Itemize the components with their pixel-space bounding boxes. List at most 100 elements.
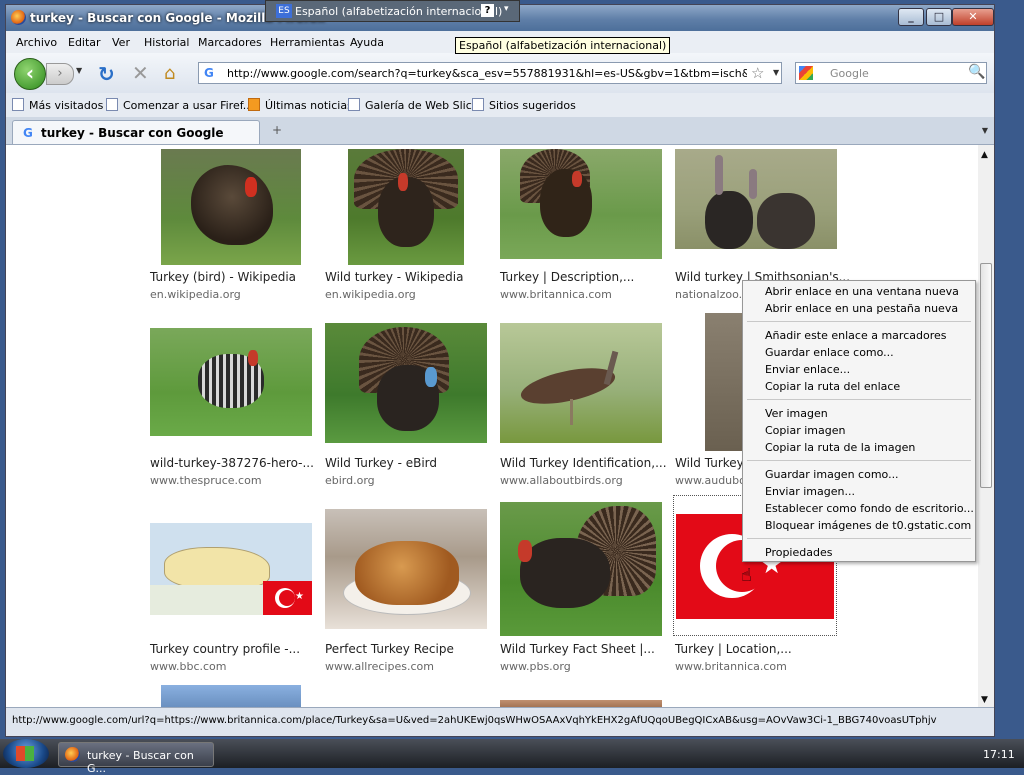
result-source: www.bbc.com — [150, 660, 227, 673]
result-image-partial[interactable] — [500, 700, 662, 707]
page-icon — [472, 98, 484, 111]
tab-list-button[interactable]: ▼ — [978, 122, 992, 140]
ctx-view-image[interactable]: Ver imagen — [765, 407, 828, 420]
hand-cursor-icon: ☝ — [741, 565, 752, 586]
bookmark-item[interactable]: Sitios sugeridos — [472, 98, 576, 112]
search-placeholder[interactable]: Google — [830, 67, 869, 80]
result-source: www.audubo — [675, 474, 746, 487]
menu-archivo[interactable]: Archivo — [16, 36, 57, 49]
menu-marcadores[interactable]: Marcadores — [198, 36, 262, 49]
google-favicon-icon: G — [23, 126, 33, 140]
new-tab-button[interactable]: + — [264, 123, 290, 141]
language-bar[interactable]: ES Español (alfabetización internacional… — [265, 0, 520, 22]
bookmark-item[interactable]: Más visitados — [12, 98, 103, 112]
turkey-image[interactable] — [500, 149, 662, 259]
ctx-open-new-window[interactable]: Abrir enlace en una ventana nueva — [765, 285, 959, 298]
menu-historial[interactable]: Historial — [144, 36, 189, 49]
ctx-save-image[interactable]: Guardar imagen como... — [765, 468, 899, 481]
result-source: www.thespruce.com — [150, 474, 262, 487]
taskbar: turkey - Buscar con G... 17:11 — [0, 739, 1024, 775]
status-bar: http://www.google.com/url?q=https://www.… — [6, 707, 994, 736]
menu-ayuda[interactable]: Ayuda — [350, 36, 384, 49]
address-bar[interactable]: G http://www.google.com/search?q=turkey&… — [198, 62, 782, 84]
result-title[interactable]: Wild Turkey - eBird — [325, 456, 437, 470]
stop-icon[interactable]: ✕ — [132, 61, 149, 85]
result-title[interactable]: Wild Turkey Fact Sheet |... — [500, 642, 655, 656]
menu-herramientas[interactable]: Herramientas — [270, 36, 345, 49]
tab-active[interactable]: G turkey - Buscar con Google — [12, 120, 260, 144]
maximize-button[interactable]: □ — [926, 8, 952, 26]
result-source: en.wikipedia.org — [150, 288, 241, 301]
back-button[interactable]: ‹ — [14, 58, 46, 90]
search-box[interactable]: Google 🔍 — [795, 62, 987, 84]
home-icon[interactable]: ⌂ — [164, 63, 175, 84]
search-engine-icon[interactable] — [799, 66, 813, 80]
bookmark-label: Comenzar a usar Firef... — [123, 99, 254, 112]
turkey-image[interactable] — [325, 323, 487, 443]
result-title[interactable]: Turkey | Description,... — [500, 270, 634, 284]
bookmark-item[interactable]: Galería de Web Slice — [348, 98, 479, 112]
bookmark-item[interactable]: Últimas noticias — [248, 98, 353, 112]
result-title[interactable]: wild-turkey-387276-hero-... — [150, 456, 314, 470]
ctx-block-images[interactable]: Bloquear imágenes de t0.gstatic.com — [765, 519, 971, 532]
language-name[interactable]: Español (alfabetización internacional) — [295, 5, 502, 18]
roast-turkey-image[interactable] — [325, 509, 487, 629]
ctx-copy-image-path[interactable]: Copiar la ruta de la imagen — [765, 441, 915, 454]
ctx-open-new-tab[interactable]: Abrir enlace en una pestaña nueva — [765, 302, 958, 315]
menu-separator — [747, 538, 971, 539]
turkey-image[interactable] — [675, 149, 837, 249]
map-image[interactable]: ★ — [150, 523, 312, 615]
bookmark-star-icon[interactable]: ☆ — [751, 64, 764, 82]
firefox-icon — [65, 747, 80, 762]
minimize-button[interactable]: _ — [898, 8, 924, 26]
ctx-set-background[interactable]: Establecer como fondo de escritorio... — [765, 502, 974, 515]
ctx-send-image[interactable]: Enviar imagen... — [765, 485, 855, 498]
bookmarks-toolbar: Más visitados Comenzar a usar Firef... Ú… — [6, 93, 994, 118]
taskbar-firefox-item[interactable]: turkey - Buscar con G... — [58, 742, 214, 775]
result-title[interactable]: Perfect Turkey Recipe — [325, 642, 454, 656]
menu-editar[interactable]: Editar — [68, 36, 101, 49]
turkey-image[interactable] — [150, 328, 312, 436]
vertical-scrollbar[interactable]: ▲ ▼ — [978, 145, 994, 707]
bookmark-label: Últimas noticias — [265, 99, 353, 112]
history-dropdown-icon[interactable]: ▼ — [76, 66, 82, 75]
result-title[interactable]: Wild Turkey | — [675, 456, 752, 470]
turkey-image[interactable] — [500, 502, 662, 636]
rss-icon — [248, 98, 260, 111]
start-button[interactable] — [3, 739, 49, 768]
bookmark-label: Más visitados — [29, 99, 104, 112]
turkey-image[interactable] — [161, 149, 301, 265]
scroll-thumb[interactable] — [980, 263, 992, 488]
scroll-up-icon[interactable]: ▲ — [981, 150, 988, 160]
menu-separator — [747, 460, 971, 461]
result-title[interactable]: Turkey (bird) - Wikipedia — [150, 270, 296, 284]
firefox-icon — [11, 10, 26, 25]
result-title[interactable]: Turkey | Location,... — [675, 642, 792, 656]
language-code[interactable]: ES — [276, 4, 292, 18]
forward-button[interactable]: › — [46, 63, 74, 85]
bookmark-folder-icon — [12, 98, 24, 111]
ctx-bookmark-link[interactable]: Añadir este enlace a marcadores — [765, 329, 946, 342]
result-image-partial[interactable] — [161, 685, 301, 707]
help-icon[interactable]: ? — [481, 4, 494, 17]
ctx-save-link[interactable]: Guardar enlace como... — [765, 346, 894, 359]
ctx-copy-link[interactable]: Copiar la ruta del enlace — [765, 380, 900, 393]
options-icon[interactable]: ▾ — [504, 4, 509, 14]
reload-icon[interactable]: ↻ — [98, 62, 115, 86]
bookmark-item[interactable]: Comenzar a usar Firef... — [106, 98, 253, 112]
turkey-image[interactable] — [500, 323, 662, 443]
ctx-send-link[interactable]: Enviar enlace... — [765, 363, 850, 376]
result-title[interactable]: Turkey country profile -... — [150, 642, 300, 656]
ctx-copy-image[interactable]: Copiar imagen — [765, 424, 845, 437]
magnifier-icon[interactable]: 🔍 — [968, 64, 985, 80]
navigation-toolbar: ‹ › ▼ ↻ ✕ ⌂ G http://www.google.com/sear… — [6, 53, 994, 93]
url-text[interactable]: http://www.google.com/search?q=turkey&sc… — [227, 67, 747, 80]
close-button[interactable]: ✕ — [952, 8, 994, 26]
scroll-down-icon[interactable]: ▼ — [981, 695, 988, 705]
ctx-properties[interactable]: Propiedades — [765, 546, 832, 559]
turkey-image[interactable] — [348, 149, 464, 265]
result-title[interactable]: Wild Turkey Identification,... — [500, 456, 667, 470]
result-title[interactable]: Wild turkey - Wikipedia — [325, 270, 463, 284]
menu-ver[interactable]: Ver — [112, 36, 130, 49]
url-dropdown-icon[interactable]: ▼ — [773, 68, 779, 77]
